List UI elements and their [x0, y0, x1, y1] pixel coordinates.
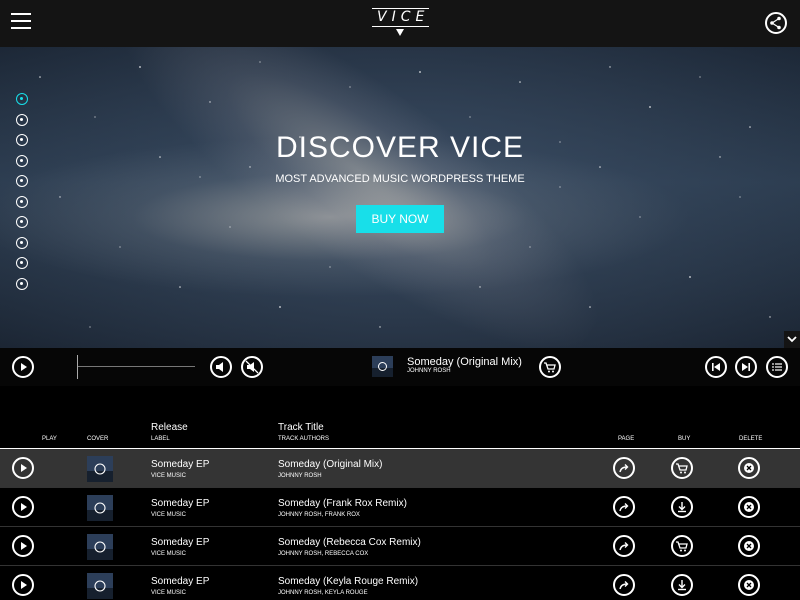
row-release: Someday EP: [151, 498, 210, 509]
row-authors: JOHNNY ROSH, REBECCA COX: [278, 551, 369, 557]
play-icon[interactable]: [12, 574, 34, 596]
seek-bar[interactable]: [77, 355, 197, 379]
play-icon[interactable]: [12, 356, 34, 378]
logo[interactable]: VICE: [372, 8, 430, 40]
share-arrow-icon[interactable]: [613, 535, 635, 557]
header-release: Release: [151, 422, 188, 433]
row-release: Someday EP: [151, 576, 210, 587]
pencil-icon[interactable]: [16, 257, 28, 269]
header-track-title: Track Title: [278, 422, 324, 433]
list-icon[interactable]: [16, 236, 28, 249]
starfield: [39, 61, 771, 328]
row-release: Someday EP: [151, 537, 210, 548]
now-playing-artist: JOHNNY ROSH: [407, 368, 451, 374]
header-page: PAGE: [618, 436, 635, 442]
share-arrow-icon[interactable]: [613, 496, 635, 518]
row-title: Someday (Keyla Rouge Remix): [278, 576, 419, 587]
table-row[interactable]: Someday EP VICE MUSIC Someday (Frank Rox…: [0, 488, 800, 527]
row-title: Someday (Original Mix): [278, 459, 383, 470]
track-cover: [87, 534, 113, 560]
now-playing-cover: [372, 356, 393, 377]
delete-icon[interactable]: [738, 457, 760, 479]
cart-icon[interactable]: [671, 457, 693, 479]
row-authors: JOHNNY ROSH, FRANK ROX: [278, 512, 360, 518]
row-title: Someday (Rebecca Cox Remix): [278, 537, 421, 548]
now-playing-title: Someday (Original Mix): [407, 356, 522, 368]
header-track-authors: TRACK AUTHORS: [278, 436, 330, 442]
delete-icon[interactable]: [738, 496, 760, 518]
row-label: VICE MUSIC: [151, 512, 187, 518]
track-cover: [87, 456, 113, 482]
play-icon[interactable]: [12, 496, 34, 518]
play-icon[interactable]: [12, 535, 34, 557]
mute-icon[interactable]: [241, 356, 263, 378]
row-label: VICE MUSIC: [151, 551, 187, 557]
share-arrow-icon[interactable]: [613, 457, 635, 479]
row-title: Someday (Frank Rox Remix): [278, 498, 407, 509]
row-release: Someday EP: [151, 459, 210, 470]
cart-icon[interactable]: [16, 195, 28, 208]
row-label: VICE MUSIC: [151, 590, 187, 596]
download-icon[interactable]: [671, 496, 693, 518]
playlist-icon[interactable]: [766, 356, 788, 378]
row-label: VICE MUSIC: [151, 473, 187, 479]
hero-banner: DISCOVER VICE MOST ADVANCED MUSIC WORDPR…: [0, 47, 800, 348]
chevron-down-icon[interactable]: [784, 331, 800, 348]
table-row[interactable]: Someday EP VICE MUSIC Someday (Keyla Rou…: [0, 566, 800, 600]
side-nav: [16, 93, 30, 298]
headphones-icon[interactable]: [16, 113, 28, 126]
track-cover: [87, 495, 113, 521]
table-row[interactable]: Someday EP VICE MUSIC Someday (Original …: [0, 449, 800, 488]
play-icon[interactable]: [12, 457, 34, 479]
row-authors: JOHNNY ROSH: [278, 473, 322, 479]
logo-text: VICE: [372, 8, 430, 27]
hero-subtitle: MOST ADVANCED MUSIC WORDPRESS THEME: [275, 173, 525, 185]
header-cover: COVER: [87, 436, 109, 442]
download-icon[interactable]: [671, 574, 693, 596]
cart-icon[interactable]: [539, 356, 561, 378]
bolt-icon[interactable]: [16, 93, 28, 105]
table-row[interactable]: Someday EP VICE MUSIC Someday (Rebecca C…: [0, 527, 800, 566]
header-delete: DELETE: [739, 436, 763, 442]
header-buy: BUY: [678, 436, 691, 442]
volume-icon[interactable]: [210, 356, 232, 378]
logo-triangle: [396, 29, 404, 36]
hero-title: DISCOVER VICE: [275, 131, 525, 164]
record-icon[interactable]: [16, 277, 28, 290]
row-authors: JOHNNY ROSH, KEYLA ROUGE: [278, 590, 368, 596]
previous-track-icon[interactable]: [705, 356, 727, 378]
buy-now-button[interactable]: BUY NOW: [356, 205, 444, 233]
delete-icon[interactable]: [738, 535, 760, 557]
top-bar: VICE: [0, 0, 800, 47]
briefcase-icon[interactable]: [16, 216, 28, 228]
share-arrow-icon[interactable]: [613, 574, 635, 596]
hamburger-icon[interactable]: [11, 13, 31, 31]
cart-icon[interactable]: [671, 535, 693, 557]
header-label: LABEL: [151, 436, 170, 442]
share-icon[interactable]: [765, 12, 787, 34]
player-bar: [0, 348, 800, 386]
track-cover: [87, 573, 113, 599]
delete-icon[interactable]: [738, 574, 760, 596]
next-track-icon[interactable]: [735, 356, 757, 378]
tracklist-header: PLAY COVER Release LABEL Track Title TRA…: [0, 415, 800, 449]
header-play: PLAY: [42, 436, 57, 442]
